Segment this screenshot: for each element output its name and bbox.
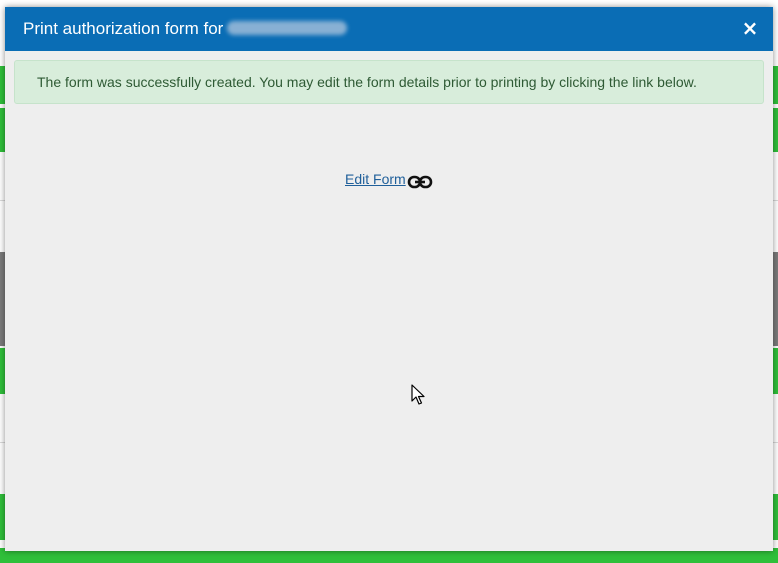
dialog-title: Print authorization form for	[23, 19, 348, 39]
print-authorization-dialog: Print authorization form for × The form …	[5, 7, 773, 551]
dialog-header: Print authorization form for ×	[5, 7, 773, 51]
close-button[interactable]: ×	[741, 16, 759, 40]
close-icon: ×	[741, 16, 759, 40]
success-alert: The form was successfully created. You m…	[14, 60, 764, 104]
edit-form-link-container: Edit Form	[345, 169, 433, 189]
dialog-title-text: Print authorization form for	[23, 19, 224, 38]
edit-form-link[interactable]: Edit Form	[345, 171, 406, 187]
link-icon[interactable]	[407, 175, 433, 189]
mouse-cursor-icon	[411, 384, 425, 405]
success-message: The form was successfully created. You m…	[37, 74, 697, 90]
redacted-patient-name	[227, 21, 348, 35]
